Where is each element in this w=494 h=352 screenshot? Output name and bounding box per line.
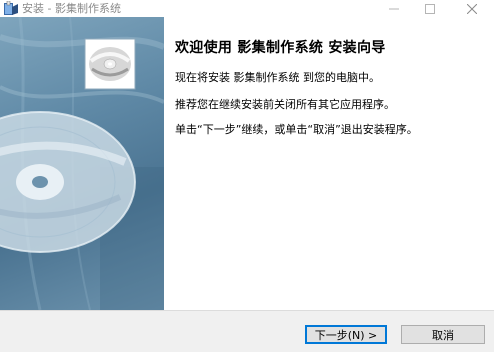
next-button[interactable]: 下一步(N) > xyxy=(305,325,387,344)
instructions-text: 单击“下一步”继续，或单击“取消”退出安装程序。 xyxy=(175,123,418,136)
cd-disc-banner-art xyxy=(0,17,164,310)
window-title: 安装 - 影集制作系统 xyxy=(22,2,121,15)
setup-wizard-window: 安装 - 影集制作系统 欢迎使用 影集制作系统 安装向导 现在将安装 影集制作系… xyxy=(0,0,494,352)
cancel-button[interactable]: 取消 xyxy=(401,325,485,344)
title-bar[interactable]: 安装 - 影集制作系统 xyxy=(0,0,494,17)
button-bar: 下一步(N) > 取消 xyxy=(0,310,494,352)
install-info-text: 现在将安装 影集制作系统 到您的电脑中。 xyxy=(175,71,380,84)
maximize-icon xyxy=(425,3,435,14)
minimize-icon xyxy=(389,8,399,9)
wizard-banner-image xyxy=(0,17,164,310)
wizard-content: 欢迎使用 影集制作系统 安装向导 现在将安装 影集制作系统 到您的电脑中。 推荐… xyxy=(164,17,494,310)
close-button[interactable] xyxy=(452,0,492,17)
close-icon xyxy=(467,3,477,14)
maximize-button[interactable] xyxy=(410,0,450,17)
welcome-heading: 欢迎使用 影集制作系统 安装向导 xyxy=(175,40,386,56)
close-apps-text: 推荐您在继续安装前关闭所有其它应用程序。 xyxy=(175,98,395,111)
minimize-button[interactable] xyxy=(374,0,414,17)
cd-disc-icon xyxy=(89,47,131,81)
setup-box-icon xyxy=(3,0,19,16)
